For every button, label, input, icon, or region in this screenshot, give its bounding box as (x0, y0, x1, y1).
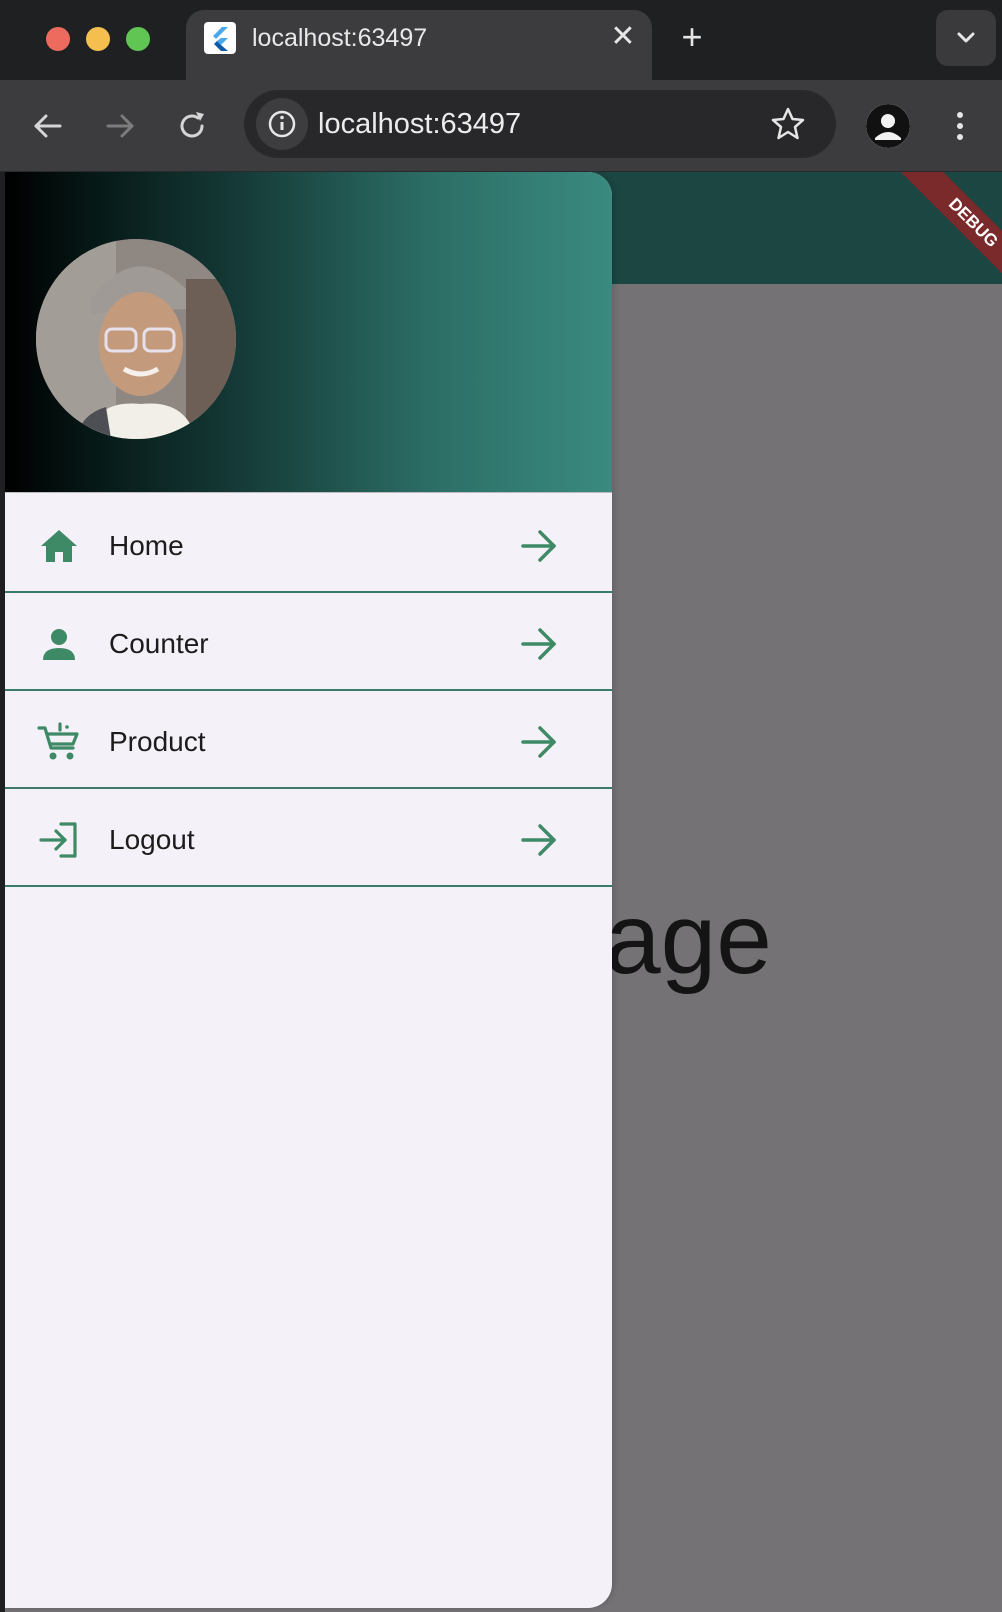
user-avatar (36, 239, 236, 439)
flutter-favicon-icon (204, 22, 236, 54)
app-viewport: age DEBUG Home Counter Product Logout (5, 172, 1002, 1612)
drawer-item-home[interactable]: Home (5, 495, 612, 593)
person-icon (37, 622, 81, 666)
new-tab-button[interactable]: + (674, 18, 710, 58)
tab-title: localhost:63497 (252, 24, 428, 52)
close-tab-icon[interactable]: ✕ (606, 20, 640, 54)
login-icon (37, 818, 81, 862)
maximize-window-button[interactable] (126, 27, 150, 51)
drawer-item-logout[interactable]: Logout (5, 789, 612, 887)
drawer-menu: Home Counter Product Logout (5, 495, 612, 887)
forward-button[interactable] (96, 102, 144, 150)
close-window-button[interactable] (46, 27, 70, 51)
drawer-header (5, 172, 612, 493)
debug-label: DEBUG (898, 172, 1002, 298)
tab-search-button[interactable] (936, 10, 996, 66)
browser-toolbar: localhost:63497 (0, 80, 1002, 172)
page-body-text: age (605, 883, 772, 995)
tab-strip: localhost:63497 ✕ + (0, 0, 1002, 80)
browser-tab[interactable]: localhost:63497 ✕ (186, 10, 652, 80)
cart-icon (37, 720, 81, 764)
site-info-icon[interactable] (256, 98, 308, 150)
arrow-forward-icon (519, 820, 559, 860)
drawer-item-label: Logout (109, 824, 195, 855)
drawer-item-product[interactable]: Product (5, 691, 612, 789)
back-button[interactable] (24, 102, 72, 150)
bookmark-star-icon[interactable] (766, 102, 810, 146)
arrow-forward-icon (519, 526, 559, 566)
drawer-item-label: Counter (109, 628, 209, 659)
arrow-forward-icon (519, 624, 559, 664)
browser-menu-icon[interactable] (944, 104, 976, 148)
drawer-item-label: Home (109, 530, 184, 561)
address-bar[interactable]: localhost:63497 (244, 90, 836, 158)
browser-window: localhost:63497 ✕ + localhost:63497 age … (0, 0, 1002, 1612)
profile-avatar-icon[interactable] (866, 104, 910, 148)
debug-banner: DEBUG (875, 172, 1002, 299)
drawer-item-label: Product (109, 726, 206, 757)
address-text: localhost:63497 (318, 108, 522, 140)
navigation-drawer: Home Counter Product Logout (5, 172, 612, 1608)
minimize-window-button[interactable] (86, 27, 110, 51)
drawer-item-counter[interactable]: Counter (5, 593, 612, 691)
home-icon (37, 524, 81, 568)
reload-button[interactable] (168, 102, 216, 150)
arrow-forward-icon (519, 722, 559, 762)
